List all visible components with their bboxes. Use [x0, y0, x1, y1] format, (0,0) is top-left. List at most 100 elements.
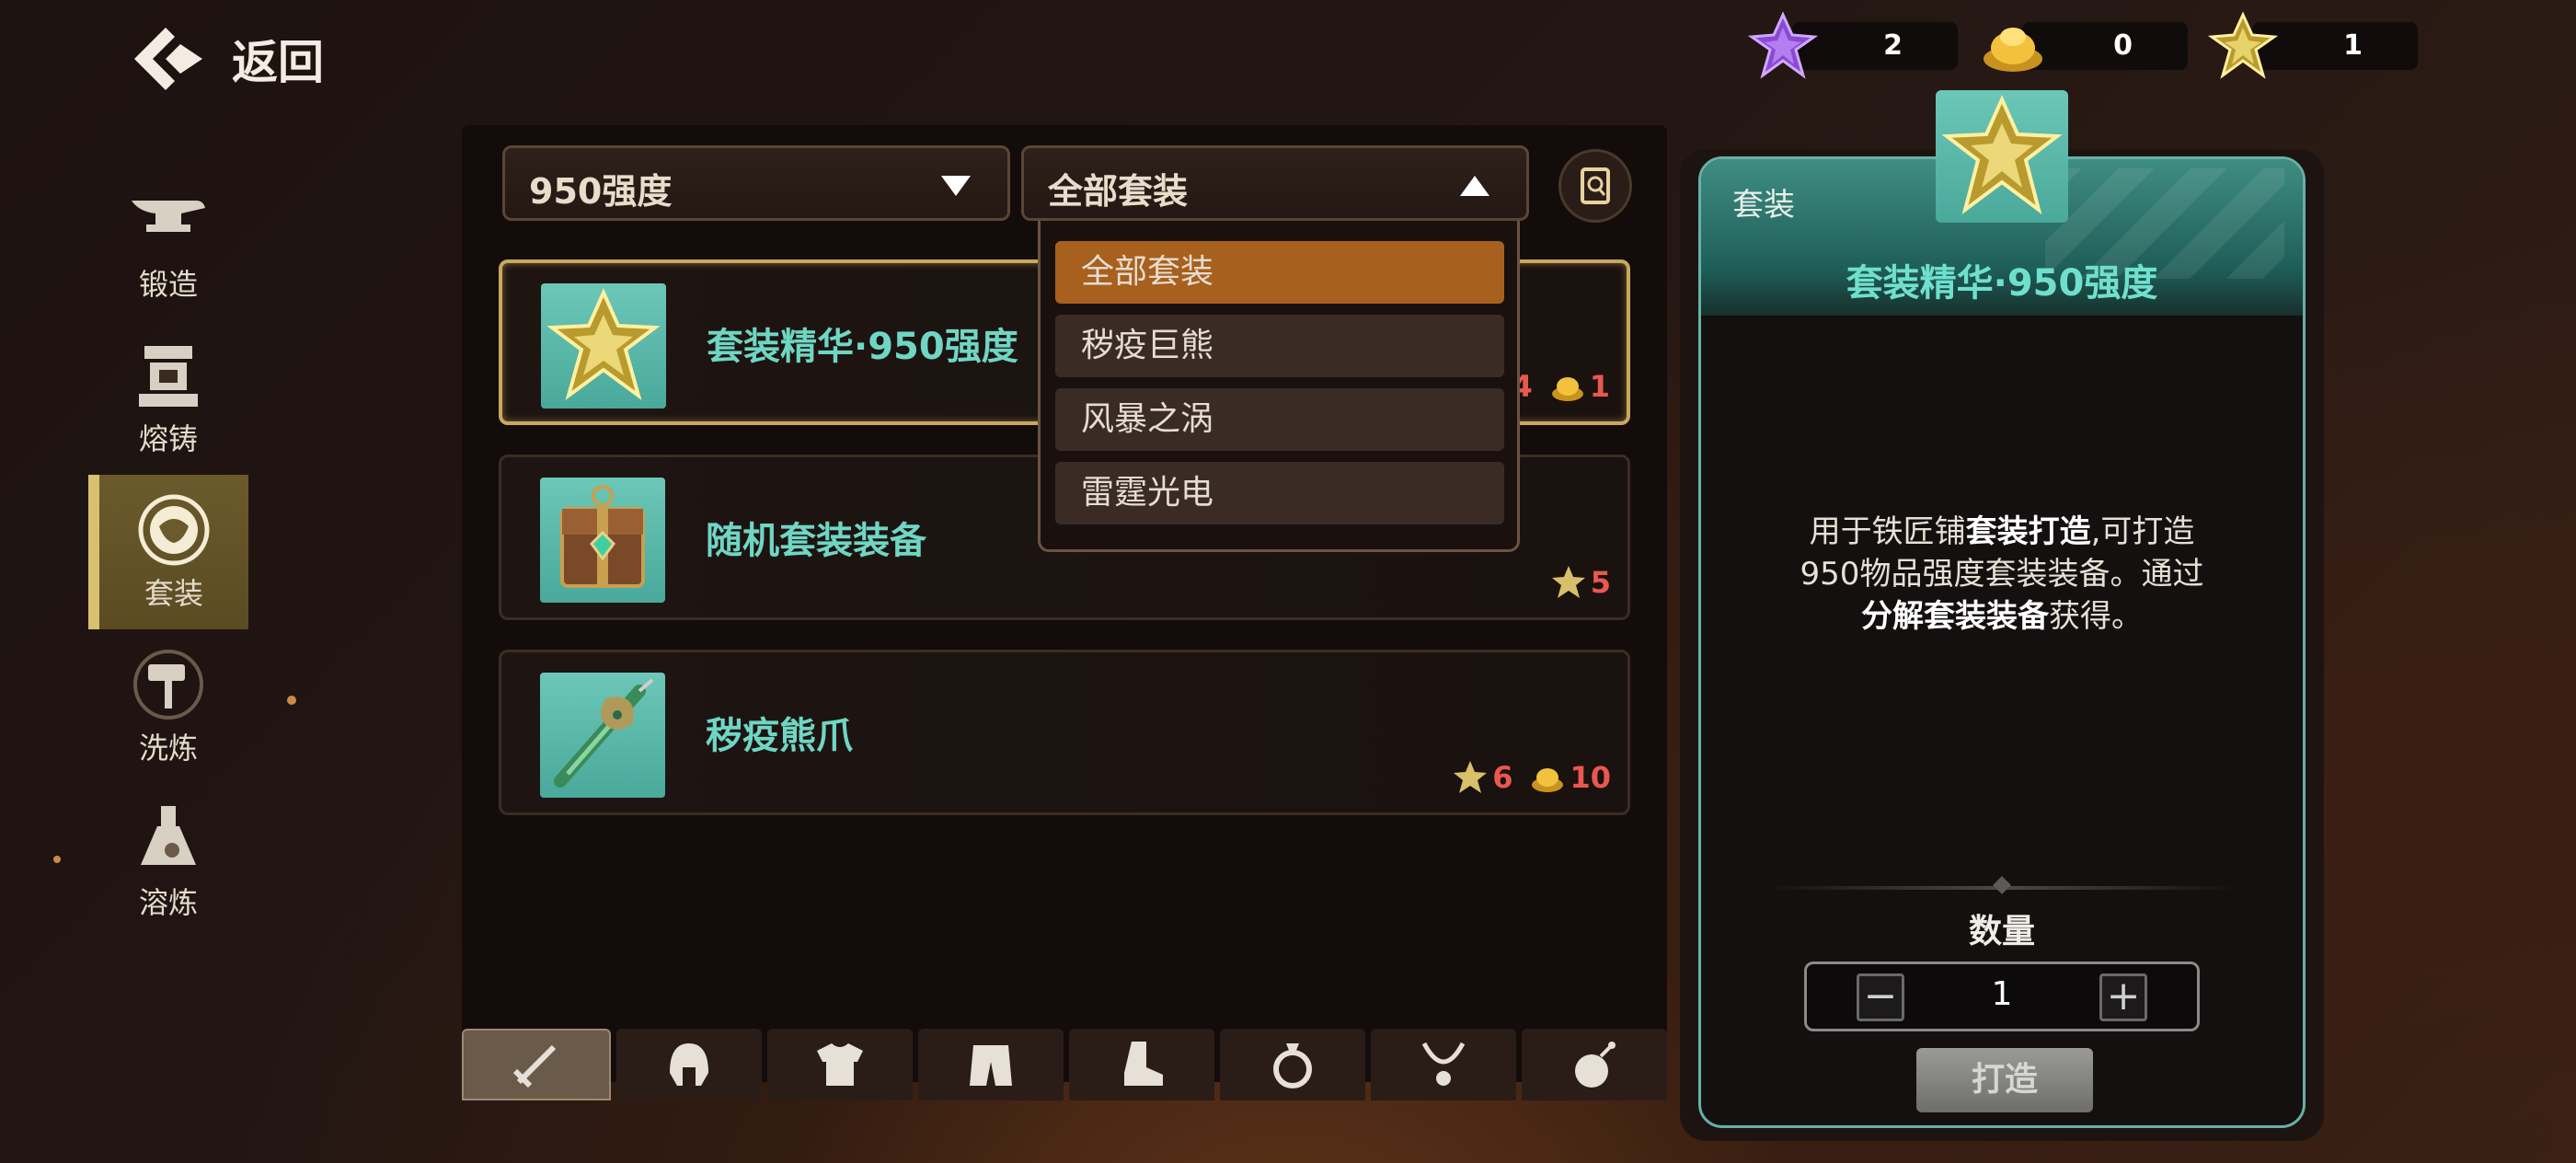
gold-cost: 1 — [1549, 368, 1610, 405]
boot-icon — [1124, 1042, 1163, 1086]
gold-cost: 10 — [1529, 759, 1611, 796]
currency-value: 2 — [1883, 29, 1903, 62]
nav-label: 熔铸 — [138, 421, 198, 456]
currency-bar: 2 0 1 — [1748, 11, 2418, 79]
tab-necklace[interactable] — [1371, 1029, 1516, 1100]
strength-dropdown-value: 950强度 — [529, 171, 673, 212]
set-dropdown[interactable]: 全部套装 — [1021, 145, 1529, 221]
gold-crystal-icon — [1551, 566, 1585, 598]
tab-pants[interactable] — [918, 1029, 1064, 1100]
item-cost: 6 10 — [1452, 759, 1611, 796]
tab-boots[interactable] — [1069, 1029, 1214, 1100]
tab-weapon[interactable] — [462, 1029, 611, 1100]
currency-purple-crystal: 2 — [1748, 11, 1958, 79]
nav-item-set[interactable]: 套装 — [88, 475, 248, 629]
dagger-icon — [554, 678, 654, 788]
tab-bomb[interactable] — [1522, 1029, 1667, 1100]
desc-highlight: 套装打造 — [1965, 513, 2091, 550]
currency-value: 0 — [2113, 29, 2133, 62]
back-label: 返回 — [232, 36, 324, 89]
set-emblem-icon — [138, 494, 210, 566]
gold-pile-icon — [1532, 768, 1564, 792]
plus-button[interactable]: + — [2099, 973, 2147, 1021]
nav-label: 锻造 — [138, 267, 198, 302]
nav-item-refine[interactable]: 洗炼 — [88, 629, 248, 784]
item-cost: 5 — [1550, 564, 1611, 601]
item-name: 随机套装装备 — [706, 520, 926, 562]
item-thumbnail — [541, 283, 666, 409]
quantity-stepper: − 1 + — [1804, 961, 2200, 1031]
currency-value: 1 — [2343, 29, 2363, 62]
set-dropdown-value: 全部套装 — [1048, 171, 1189, 212]
category-tabs — [462, 1029, 1667, 1100]
currency-gold-crystal: 1 — [2208, 11, 2418, 79]
armor-icon — [817, 1043, 863, 1086]
desc-text: 用于铁匠铺 — [1809, 513, 1966, 550]
item-thumbnail — [540, 478, 665, 603]
anvil-icon — [132, 201, 205, 232]
desc-text: 950物品强度套装装备。通过 — [1800, 556, 2204, 593]
detail-item-name: 套装精华·950强度 — [1846, 262, 2158, 305]
item-list-panel: 950强度 全部套装 套装精华·950强度 4 1 随机套装装备 5 秽疫熊爪 … — [462, 125, 1667, 1100]
chevron-up-icon — [1460, 176, 1489, 196]
desc-text: ,可打造 — [2090, 513, 2195, 550]
tab-armor[interactable] — [767, 1029, 913, 1100]
strength-dropdown[interactable]: 950强度 — [502, 145, 1010, 221]
desc-text: 获得。 — [2049, 598, 2143, 635]
crystal-cost: 5 — [1550, 564, 1611, 601]
nav-item-forge[interactable]: 锻造 — [88, 166, 248, 320]
detail-panel: 套装 套装精华·950强度 用于铁匠铺套装打造,可打造 950物品强度套装装备。… — [1680, 149, 2324, 1141]
gold-cost-value: 10 — [1570, 760, 1611, 795]
nav-label: 洗炼 — [138, 731, 198, 766]
list-item[interactable]: 秽疫熊爪 6 10 — [499, 650, 1630, 815]
tab-helmet[interactable] — [616, 1029, 762, 1100]
crystal-cost-value: 6 — [1492, 760, 1513, 795]
detail-description: 用于铁匠铺套装打造,可打造 950物品强度套装装备。通过 分解套装装备获得。 — [1738, 511, 2266, 638]
gold-crystal-icon — [1941, 95, 2063, 215]
crystal-cost: 6 — [1452, 759, 1512, 796]
scroll-icon — [1581, 167, 1610, 204]
crystal-cost-value: 5 — [1590, 565, 1611, 600]
furnace-icon — [139, 346, 198, 407]
gold-pile-icon — [1551, 377, 1583, 401]
side-nav: 锻造 熔铸 套装 洗炼 溶炼 — [88, 166, 248, 938]
chevron-down-icon — [941, 176, 971, 196]
bomb-icon — [1575, 1042, 1616, 1088]
helmet-icon — [670, 1043, 708, 1086]
spark-dot — [53, 856, 61, 863]
treasure-chest-icon — [560, 485, 645, 588]
detail-item-icon — [1936, 90, 2068, 223]
nav-item-smelt[interactable]: 熔铸 — [88, 320, 248, 475]
set-dropdown-menu: 全部套装 秽疫巨熊 风暴之涡 雷霆光电 — [1038, 221, 1520, 552]
menu-item-storm-vortex[interactable]: 风暴之涡 — [1055, 388, 1504, 451]
nav-label: 套装 — [144, 576, 203, 611]
nav-item-dissolve[interactable]: 溶炼 — [88, 784, 248, 938]
hammer-icon — [133, 650, 203, 720]
item-name: 秽疫熊爪 — [706, 715, 853, 757]
quantity-label: 数量 — [1968, 913, 2035, 950]
back-button[interactable]: 返回 — [129, 22, 324, 96]
back-arrow-icon — [134, 28, 202, 90]
gold-cost-value: 1 — [1589, 369, 1610, 404]
scroll-filter-button[interactable] — [1558, 149, 1632, 223]
necklace-icon — [1421, 1042, 1466, 1086]
sword-icon — [512, 1044, 557, 1088]
menu-item-plague-bear[interactable]: 秽疫巨熊 — [1055, 315, 1504, 377]
item-name: 套装精华·950强度 — [707, 326, 1018, 368]
ring-icon — [1273, 1043, 1312, 1088]
currency-gold-pile: 0 — [1984, 22, 2188, 72]
desc-highlight: 分解套装装备 — [1861, 598, 2049, 635]
flask-icon — [141, 806, 196, 865]
gold-crystal-icon — [546, 288, 661, 401]
gold-crystal-icon — [1454, 761, 1488, 793]
tab-ring[interactable] — [1220, 1029, 1365, 1100]
detail-card: 套装 套装精华·950强度 用于铁匠铺套装打造,可打造 950物品强度套装装备。… — [1698, 156, 2306, 1128]
detail-tag: 套装 — [1732, 187, 1795, 224]
craft-button[interactable]: 打造 — [1916, 1048, 2093, 1112]
divider-ornament — [1993, 876, 2011, 894]
spark-dot — [287, 696, 296, 705]
menu-item-thunder-lightning[interactable]: 雷霆光电 — [1055, 462, 1504, 524]
item-thumbnail — [540, 673, 665, 798]
menu-item-all-sets[interactable]: 全部套装 — [1055, 241, 1504, 304]
nav-label: 溶炼 — [138, 885, 198, 920]
